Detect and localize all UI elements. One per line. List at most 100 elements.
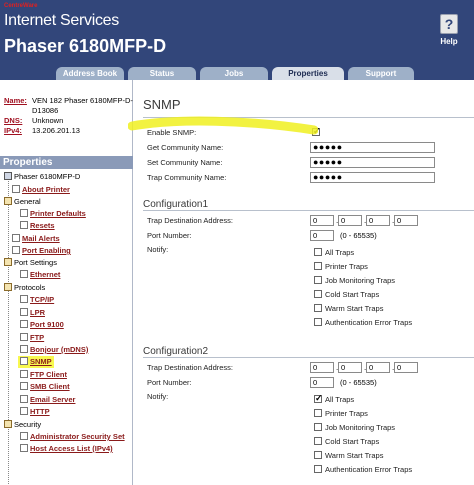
document-icon — [12, 246, 20, 254]
divider — [143, 210, 474, 211]
tree-item-lpr[interactable]: LPR — [20, 307, 45, 319]
config2-cold-start-checkbox[interactable] — [314, 437, 322, 445]
tab-address-book[interactable]: Address Book — [56, 67, 124, 80]
tree-item-admin-security[interactable]: Administrator Security Set — [20, 431, 133, 443]
document-icon — [20, 333, 28, 341]
document-icon — [20, 295, 28, 303]
config2-all-traps-checkbox[interactable] — [314, 393, 323, 404]
tree-item-resets[interactable]: Resets — [20, 220, 55, 232]
ipv4-label: IPv4: — [4, 126, 22, 135]
config2-job-monitoring-label: Job Monitoring Traps — [325, 423, 396, 432]
config2-job-monitoring-checkbox[interactable] — [314, 423, 322, 431]
tree-item-host-access-list[interactable]: Host Access List (IPv4) — [20, 443, 113, 455]
config1-warm-start-checkbox[interactable] — [314, 304, 322, 312]
enable-snmp-checkbox[interactable] — [312, 126, 321, 137]
name-value-cont: D13086 — [32, 106, 59, 115]
app-header: CentreWare Internet Services Phaser 6180… — [0, 0, 474, 64]
config1-port-hint: (0 - 65535) — [340, 231, 377, 240]
config2-ip-octet-2[interactable]: 0 — [338, 362, 362, 373]
tree-item-port-9100[interactable]: Port 9100 — [20, 319, 64, 331]
tab-support[interactable]: Support — [348, 67, 414, 80]
get-community-label: Get Community Name: — [147, 143, 224, 152]
set-community-label: Set Community Name: — [147, 158, 223, 167]
config1-warm-start-label: Warm Start Traps — [325, 304, 384, 313]
config1-job-monitoring-label: Job Monitoring Traps — [325, 276, 396, 285]
config1-notify-label: Notify: — [147, 245, 169, 254]
tree-item-ftp[interactable]: FTP — [20, 332, 44, 344]
config1-auth-error-checkbox[interactable] — [314, 318, 322, 326]
tree-folder-security[interactable]: Security — [4, 419, 41, 431]
set-community-field[interactable]: ●●●●● — [310, 157, 435, 168]
config1-cold-start-label: Cold Start Traps — [325, 290, 380, 299]
document-icon — [20, 209, 28, 217]
ipv4-value: 13.206.201.13 — [32, 126, 80, 135]
tree-item-ethernet[interactable]: Ethernet — [20, 269, 60, 281]
tree-item-tcp-ip[interactable]: TCP/IP — [20, 294, 54, 306]
dns-label: DNS: — [4, 116, 23, 125]
tree-item-ftp-client[interactable]: FTP Client — [20, 369, 67, 381]
config1-all-traps-checkbox[interactable] — [314, 248, 322, 256]
trap-community-field[interactable]: ●●●●● — [310, 172, 435, 183]
tree-item-printer-defaults[interactable]: Printer Defaults — [20, 208, 86, 220]
main-content: SNMP Enable SNMP: Get Community Name: ●●… — [134, 80, 474, 485]
tab-status[interactable]: Status — [128, 67, 196, 80]
config1-port-field[interactable]: 0 — [310, 230, 334, 241]
tree-item-email-server[interactable]: Email Server — [20, 394, 75, 406]
tree-folder-protocols[interactable]: Protocols — [4, 282, 45, 294]
config1-auth-error-label: Authentication Error Traps — [325, 318, 413, 327]
tab-jobs[interactable]: Jobs — [200, 67, 268, 80]
config1-ip-octet-1[interactable]: 0 — [310, 215, 334, 226]
tree-item-smb-client[interactable]: SMB Client — [20, 381, 70, 393]
config2-ip-octet-1[interactable]: 0 — [310, 362, 334, 373]
config2-cold-start-label: Cold Start Traps — [325, 437, 380, 446]
dns-value: Unknown — [32, 116, 64, 125]
config2-warm-start-label: Warm Start Traps — [325, 451, 384, 460]
left-panel: Name: VEN 182 Phaser 6180MFP-D- D13086 DN… — [0, 80, 133, 485]
document-icon — [20, 395, 28, 403]
document-icon — [20, 320, 28, 328]
tree-item-snmp[interactable]: SNMP — [18, 356, 54, 368]
tree-folder-general[interactable]: General — [4, 196, 41, 208]
tree-item-port-enabling[interactable]: Port Enabling — [12, 245, 71, 257]
config2-trap-dest-label: Trap Destination Address: — [147, 363, 234, 372]
document-icon — [12, 234, 20, 242]
tab-properties[interactable]: Properties — [272, 67, 344, 80]
config2-ip-octet-4[interactable]: 0 — [394, 362, 418, 373]
name-label: Name: — [4, 96, 27, 105]
config1-ip-octet-4[interactable]: 0 — [394, 215, 418, 226]
config2-title: Configuration2 — [143, 346, 209, 357]
tree-folder-port-settings[interactable]: Port Settings — [4, 257, 57, 269]
tree-item-mail-alerts[interactable]: Mail Alerts — [12, 233, 60, 245]
config1-printer-traps-label: Printer Traps — [325, 262, 368, 271]
tab-bar: Address Book Status Jobs Properties Supp… — [0, 64, 474, 80]
config2-auth-error-checkbox[interactable] — [314, 465, 322, 473]
trap-community-label: Trap Community Name: — [147, 173, 227, 182]
tree-item-http[interactable]: HTTP — [20, 406, 50, 418]
config2-port-field[interactable]: 0 — [310, 377, 334, 388]
help-button[interactable]: ? Help — [434, 14, 464, 46]
config2-printer-traps-checkbox[interactable] — [314, 409, 322, 417]
config1-cold-start-checkbox[interactable] — [314, 290, 322, 298]
config2-port-hint: (0 - 65535) — [340, 378, 377, 387]
config2-printer-traps-label: Printer Traps — [325, 409, 368, 418]
document-icon — [20, 382, 28, 390]
document-icon — [20, 357, 28, 365]
document-icon — [20, 345, 28, 353]
config2-warm-start-checkbox[interactable] — [314, 451, 322, 459]
printer-icon — [4, 172, 12, 180]
config2-ip-octet-3[interactable]: 0 — [366, 362, 390, 373]
name-value: VEN 182 Phaser 6180MFP-D- — [32, 96, 133, 105]
folder-icon — [4, 197, 12, 205]
config1-job-monitoring-checkbox[interactable] — [314, 276, 322, 284]
config1-trap-dest-label: Trap Destination Address: — [147, 216, 234, 225]
folder-icon — [4, 283, 12, 291]
get-community-field[interactable]: ●●●●● — [310, 142, 435, 153]
document-icon — [20, 270, 28, 278]
tree-item-about-printer[interactable]: About Printer — [12, 184, 70, 196]
tree-root[interactable]: Phaser 6180MFP-D — [4, 171, 80, 183]
config1-printer-traps-checkbox[interactable] — [314, 262, 322, 270]
tree-item-bonjour[interactable]: Bonjour (mDNS) — [20, 344, 88, 356]
config1-ip-octet-2[interactable]: 0 — [338, 215, 362, 226]
config1-ip-octet-3[interactable]: 0 — [366, 215, 390, 226]
folder-icon — [4, 420, 12, 428]
